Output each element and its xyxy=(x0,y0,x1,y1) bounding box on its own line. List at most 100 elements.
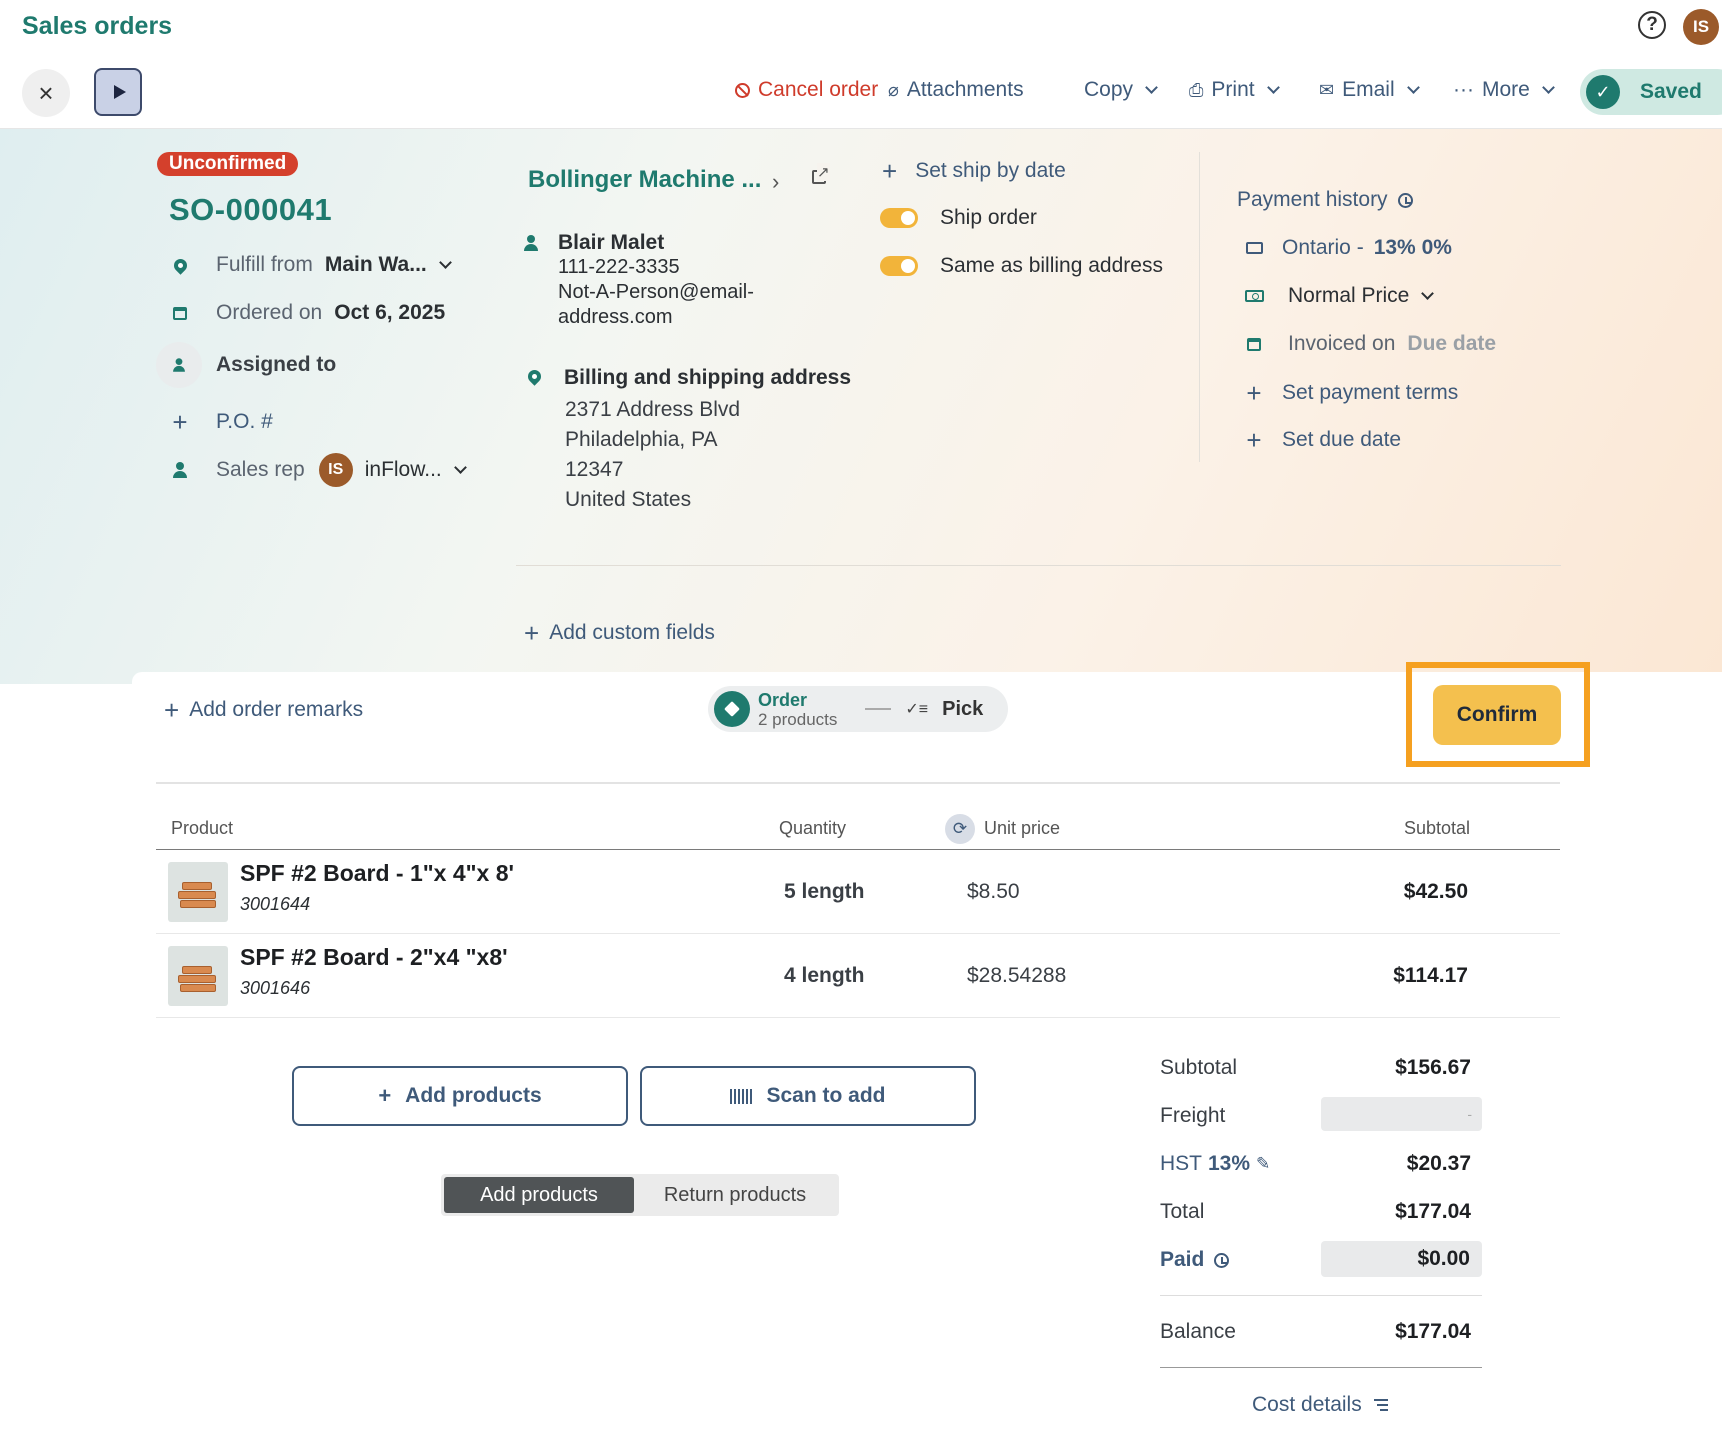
more-button[interactable]: ··· More xyxy=(1453,78,1557,102)
product-sku: 3001646 xyxy=(240,978,311,998)
print-button[interactable]: ⎙ Print xyxy=(1189,78,1282,102)
attachments-label: Attachments xyxy=(906,78,1024,101)
close-button[interactable]: × xyxy=(22,69,70,117)
sales-rep-value: inFlow... xyxy=(364,458,442,481)
table-row[interactable]: SPF #2 Board - 2"x4 "x8' 3001646 4 lengt… xyxy=(156,934,1560,1018)
help-icon[interactable]: ? xyxy=(1638,11,1666,39)
add-products-label: Add products xyxy=(405,1084,542,1107)
add-products-button[interactable]: + Add products xyxy=(292,1066,628,1126)
attachments-button[interactable]: ⌀ Attachments xyxy=(888,78,1024,102)
table-row[interactable]: SPF #2 Board - 1"x 4"x 8' 3001644 5 leng… xyxy=(156,850,1560,934)
order-stage-tracker[interactable]: Order 2 products ✓≡ Pick xyxy=(708,686,1008,732)
external-link-icon[interactable] xyxy=(812,163,830,184)
freight-input[interactable]: - xyxy=(1321,1097,1482,1131)
summary-hst[interactable]: HST 13% ✎ xyxy=(1160,1152,1270,1176)
tax-field[interactable]: Ontario - 13% 0% xyxy=(1244,236,1452,260)
plus-icon: + xyxy=(882,156,898,186)
product-mode-toggle: Add products Return products xyxy=(441,1174,839,1216)
sales-rep-field[interactable]: Sales rep IS inFlow... xyxy=(168,453,469,487)
divider xyxy=(1160,1295,1482,1296)
stage-order-count: 2 products xyxy=(758,709,838,729)
user-avatar[interactable]: IS xyxy=(1683,9,1719,45)
confirm-button[interactable]: Confirm xyxy=(1433,685,1561,745)
ordered-on-field[interactable]: Ordered on Oct 6, 2025 xyxy=(168,301,445,325)
address-title[interactable]: Billing and shipping address xyxy=(564,366,851,390)
paid-label: Paid xyxy=(1160,1248,1205,1271)
barcode-icon xyxy=(730,1088,753,1104)
sales-rep-avatar: IS xyxy=(318,453,353,487)
chevron-down-icon xyxy=(1541,81,1555,94)
chevron-right-icon[interactable]: › xyxy=(772,169,779,195)
pick-checklist-icon: ✓≡ xyxy=(905,701,929,718)
add-order-remarks[interactable]: + Add order remarks xyxy=(164,697,363,723)
product-unit-price[interactable]: $28.54288 xyxy=(967,964,1066,988)
divider xyxy=(516,565,1561,566)
pencil-icon[interactable]: ✎ xyxy=(1256,1154,1270,1174)
copy-button[interactable]: Copy xyxy=(1084,78,1160,102)
scan-to-add-button[interactable]: Scan to add xyxy=(640,1066,976,1126)
cancel-order-label: Cancel order xyxy=(758,78,879,101)
plus-icon: + xyxy=(524,618,540,648)
po-number-field[interactable]: + P.O. # xyxy=(168,409,273,435)
po-number-label: P.O. # xyxy=(216,410,273,433)
ship-order-toggle[interactable] xyxy=(880,208,918,228)
mode-add-products-tab[interactable]: Add products xyxy=(444,1177,634,1213)
fulfill-from-value: Main Wa... xyxy=(324,253,427,276)
paid-input[interactable]: $0.00 xyxy=(1321,1241,1482,1277)
set-payment-terms[interactable]: + Set payment terms xyxy=(1244,380,1458,406)
product-subtotal: $42.50 xyxy=(1403,880,1468,903)
ordered-on-value: Oct 6, 2025 xyxy=(334,301,446,324)
box-icon xyxy=(714,691,750,727)
product-quantity[interactable]: 4 length xyxy=(784,964,865,988)
money-icon xyxy=(1244,290,1264,302)
fulfill-from-field[interactable]: Fulfill from Main Wa... xyxy=(168,253,454,277)
tax-tag-icon xyxy=(1245,242,1263,254)
summary-total-value: $177.04 xyxy=(1395,1200,1471,1223)
lumber-thumbnail xyxy=(168,946,228,1006)
product-quantity[interactable]: 5 length xyxy=(784,880,865,904)
product-unit-price[interactable]: $8.50 xyxy=(967,880,1020,904)
cost-details-link[interactable]: Cost details xyxy=(1252,1393,1388,1417)
ban-icon xyxy=(735,82,750,98)
location-pin-icon xyxy=(525,367,544,386)
saved-status[interactable]: ✓ Saved xyxy=(1580,69,1722,115)
pricing-scheme-value: Normal Price xyxy=(1288,284,1410,307)
close-icon: × xyxy=(38,77,54,108)
scan-to-add-label: Scan to add xyxy=(766,1084,886,1107)
address-line: United States xyxy=(565,488,692,511)
contact-phone: 111-222-3335 xyxy=(558,256,680,278)
pricing-scheme-select[interactable]: Normal Price xyxy=(1244,284,1436,308)
summary-paid[interactable]: Paid xyxy=(1160,1248,1230,1272)
play-button[interactable] xyxy=(94,68,142,116)
assigned-to-field[interactable]: Assigned to xyxy=(156,342,336,388)
ship-by-label: Set ship by date xyxy=(915,159,1066,182)
summary-balance-value: $177.04 xyxy=(1395,1320,1471,1343)
product-name[interactable]: SPF #2 Board - 1"x 4"x 8' xyxy=(240,860,514,887)
chevron-down-icon xyxy=(1266,81,1280,94)
product-sku: 3001644 xyxy=(240,894,311,914)
invoiced-on-field[interactable]: Invoiced on Due date xyxy=(1244,332,1496,356)
contact-email-continued: address.com xyxy=(558,306,673,328)
list-icon xyxy=(1373,1399,1388,1411)
refresh-price-icon[interactable]: ⟳ xyxy=(945,814,975,844)
same-as-billing-toggle-row: Same as billing address xyxy=(880,254,1163,278)
payment-history-link[interactable]: Payment history xyxy=(1237,188,1413,212)
order-remarks-label: Add order remarks xyxy=(189,698,364,721)
add-custom-fields[interactable]: + Add custom fields xyxy=(524,620,715,646)
cancel-order-button[interactable]: Cancel order xyxy=(735,78,878,102)
assigned-to-label: Assigned to xyxy=(216,353,337,376)
mode-return-products-tab[interactable]: Return products xyxy=(634,1177,836,1213)
location-pin-icon xyxy=(170,255,190,275)
calendar-icon xyxy=(1247,337,1261,351)
summary-hst-value: $20.37 xyxy=(1406,1152,1471,1175)
address-line: Philadelphia, PA xyxy=(565,428,718,451)
lumber-thumbnail xyxy=(168,862,228,922)
set-due-date[interactable]: + Set due date xyxy=(1244,427,1401,453)
email-button[interactable]: ✉ Email xyxy=(1319,78,1422,102)
product-name[interactable]: SPF #2 Board - 2"x4 "x8' xyxy=(240,944,508,971)
stage-order-label: Order xyxy=(758,689,808,710)
same-as-billing-toggle[interactable] xyxy=(880,256,918,276)
sales-rep-label: Sales rep xyxy=(216,458,305,481)
set-ship-by-date[interactable]: + Set ship by date xyxy=(882,158,1066,184)
customer-name-link[interactable]: Bollinger Machine ... xyxy=(528,166,761,194)
